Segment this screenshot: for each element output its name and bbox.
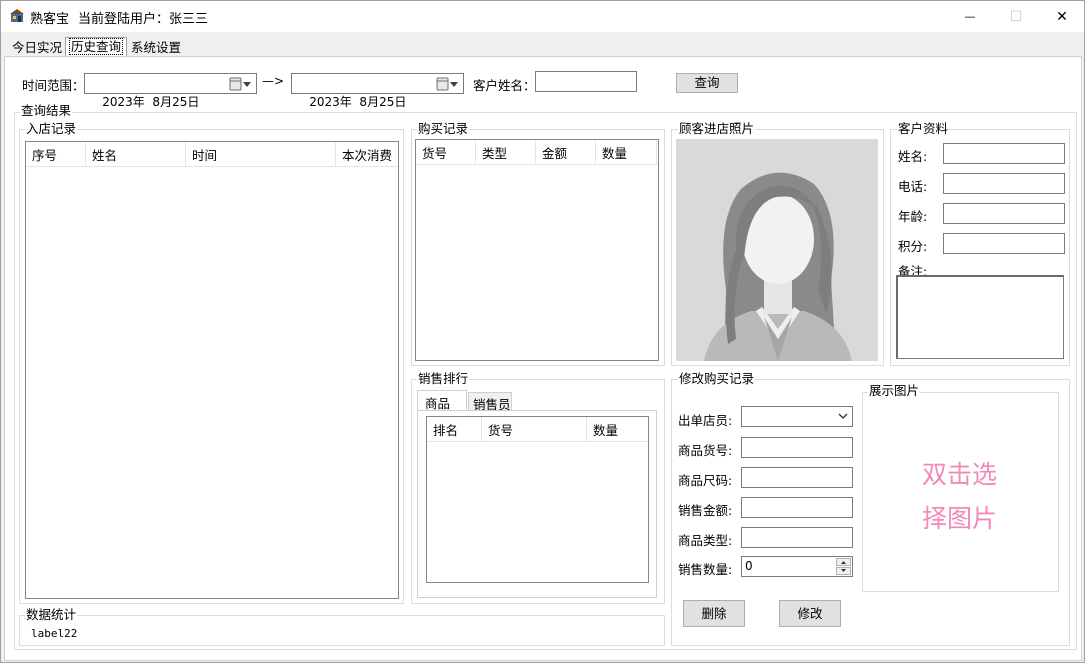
preview-image-area[interactable]: 双击选 择图片 [867, 453, 1052, 541]
column-header[interactable]: 本次消费 [336, 142, 398, 167]
title-bar: 熟客宝 当前登陆用户：张三三 — ☐ ✕ [1, 1, 1084, 32]
date-range-arrow: —> [262, 74, 285, 88]
tab-history[interactable]: 历史查询 [65, 37, 128, 57]
stats-group-title: 数据统计 [25, 607, 78, 622]
type-input[interactable] [741, 527, 853, 548]
results-group-title: 查询结果 [20, 103, 73, 118]
amount-input[interactable] [741, 497, 853, 518]
customer-phone-field[interactable] [943, 173, 1065, 194]
sales-ranking-group-title: 销售排行 [417, 371, 470, 386]
customer-points-field[interactable] [943, 233, 1065, 254]
customer-name-field-label: 姓名: [898, 149, 928, 164]
calendar-dropdown-icon[interactable] [228, 76, 254, 91]
column-header[interactable]: 货号 [482, 417, 587, 442]
customer-points-label: 积分: [898, 239, 928, 254]
current-user-label: 当前登陆用户：张三三 [78, 12, 209, 27]
customer-info-group-title: 客户资料 [897, 121, 950, 136]
visits-list[interactable]: 序号 姓名 时间 本次消费 [25, 141, 399, 599]
preview-hint-line2: 择图片 [921, 504, 997, 533]
visits-group-title: 入店记录 [25, 121, 78, 136]
stepper-down-icon[interactable] [836, 567, 851, 575]
quantity-stepper[interactable]: 0 [741, 556, 853, 577]
customer-name-label: 客户姓名： [473, 78, 536, 93]
column-header[interactable]: 数量 [587, 417, 648, 442]
purchases-list-header: 货号 类型 金额 数量 [416, 140, 658, 165]
maximize-button[interactable]: ☐ [993, 1, 1039, 32]
main-window: 熟客宝 当前登陆用户：张三三 — ☐ ✕ 今日实况 历史查询 系统设置 时间范围… [0, 0, 1085, 663]
column-header[interactable]: 数量 [596, 140, 657, 165]
purchases-group-title: 购买记录 [417, 121, 470, 136]
ranking-tab-salesperson[interactable]: 销售员 [468, 392, 512, 412]
sku-label: 商品货号: [678, 443, 733, 458]
customer-note-field[interactable] [896, 275, 1064, 359]
quantity-label: 销售数量: [678, 562, 733, 577]
type-label: 商品类型: [678, 533, 733, 548]
tab-history-label: 历史查询 [68, 38, 124, 55]
column-header[interactable]: 金额 [536, 140, 596, 165]
customer-name-field[interactable] [943, 143, 1065, 164]
start-date-value: 2023年 8月25日 [102, 95, 200, 109]
ranking-tab-products[interactable]: 商品 [417, 390, 467, 411]
column-header[interactable]: 类型 [476, 140, 536, 165]
column-header[interactable]: 姓名 [86, 142, 186, 167]
edit-purchase-group-title: 修改购买记录 [678, 371, 756, 386]
clerk-select[interactable] [741, 406, 853, 427]
start-date-picker[interactable]: 2023年 8月25日 [84, 73, 257, 109]
preview-hint-line1: 双击选 [921, 460, 997, 489]
column-header[interactable]: 序号 [26, 142, 86, 167]
time-range-label: 时间范围： [22, 78, 85, 93]
tab-settings[interactable]: 系统设置 [127, 39, 185, 57]
tab-today[interactable]: 今日实况 [8, 39, 66, 57]
customer-name-input[interactable] [535, 71, 637, 92]
minimize-button[interactable]: — [947, 1, 993, 32]
customer-age-label: 年龄: [898, 209, 928, 224]
sku-input[interactable] [741, 437, 853, 458]
customer-photo[interactable] [676, 139, 878, 361]
column-header[interactable]: 排名 [427, 417, 482, 442]
customer-photo-group-title: 顾客进店照片 [678, 121, 756, 136]
app-icon [10, 9, 24, 22]
size-label: 商品尺码: [678, 473, 733, 488]
query-button[interactable]: 查询 [676, 73, 738, 93]
delete-button[interactable]: 删除 [683, 600, 745, 627]
ranking-list[interactable]: 排名 货号 数量 [426, 416, 649, 583]
visits-list-header: 序号 姓名 时间 本次消费 [26, 142, 398, 167]
maximize-icon: ☐ [1009, 8, 1023, 25]
customer-age-field[interactable] [943, 203, 1065, 224]
close-button[interactable]: ✕ [1039, 1, 1084, 32]
end-date-value: 2023年 8月25日 [309, 95, 407, 109]
customer-phone-label: 电话: [898, 179, 928, 194]
clerk-label: 出单店员: [678, 413, 733, 428]
purchases-list[interactable]: 货号 类型 金额 数量 [415, 139, 659, 361]
column-header[interactable]: 货号 [416, 140, 476, 165]
minimize-icon: — [964, 10, 976, 23]
modify-button[interactable]: 修改 [779, 600, 841, 627]
stepper-up-icon[interactable] [836, 558, 851, 566]
app-title: 熟客宝 [30, 12, 70, 27]
ranking-list-header: 排名 货号 数量 [427, 417, 648, 442]
size-input[interactable] [741, 467, 853, 488]
stats-value: label22 [31, 627, 78, 640]
close-icon: ✕ [1056, 8, 1068, 25]
quantity-value: 0 [745, 559, 753, 573]
tab-settings-label: 系统设置 [131, 40, 182, 55]
stats-group [19, 615, 665, 646]
column-header[interactable]: 时间 [186, 142, 336, 167]
amount-label: 销售金额: [678, 503, 733, 518]
preview-image-group-title: 展示图片 [868, 383, 921, 398]
calendar-dropdown-icon[interactable] [435, 76, 461, 91]
chevron-down-icon [838, 413, 848, 419]
end-date-picker[interactable]: 2023年 8月25日 [291, 73, 464, 109]
tab-today-label: 今日实况 [12, 40, 63, 55]
avatar-placeholder-icon [676, 139, 878, 361]
